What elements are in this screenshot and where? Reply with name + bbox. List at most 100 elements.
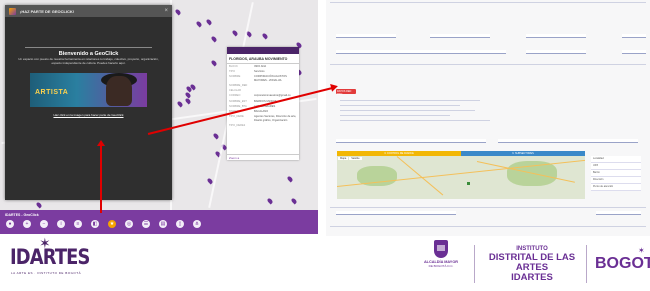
- form-field[interactable]: [336, 50, 506, 54]
- logo-separator: [586, 245, 587, 283]
- form-text-line: [340, 120, 490, 121]
- popup-row-value: Servicios: [254, 70, 265, 74]
- side-item[interactable]: Barrio: [591, 170, 641, 177]
- popup-row-value: CORPORACIÓN AGUSTOS MAYORES - ZONALIJA: [254, 75, 287, 82]
- idartes-wordmark: IDARTES: [10, 245, 90, 269]
- popup-row: TIPO_DERE2: [227, 123, 299, 128]
- form-field[interactable]: [622, 50, 646, 54]
- map-marker-icon[interactable]: [286, 175, 294, 183]
- share-icon[interactable]: ⋔: [193, 220, 201, 228]
- shield-icon: [434, 240, 448, 258]
- star-icon: ✶: [638, 246, 645, 255]
- form-field[interactable]: [596, 211, 641, 215]
- print-icon[interactable]: ▤: [159, 220, 167, 228]
- legend-icon[interactable]: ◧: [91, 220, 99, 228]
- map-tab-mapa[interactable]: Mapa: [338, 157, 349, 160]
- toolbar-label: IDARTES - GeoClick: [5, 213, 39, 217]
- logo-separator: [474, 245, 475, 283]
- list-icon[interactable]: ☰: [142, 220, 150, 228]
- location-pin-icon[interactable]: [467, 182, 470, 185]
- idartes-label: IDARTES: [511, 271, 553, 283]
- map-marker-icon[interactable]: [184, 97, 192, 105]
- geoclick-map-screenshot: ¡HAZ PARTE DE GEOCLICK! × Bienvenido a G…: [0, 0, 318, 234]
- popup-row-value: [254, 124, 297, 127]
- popup-row-value: Agentes Sectores, Dirección de arte, Dis…: [254, 115, 297, 122]
- bookmark-icon[interactable]: ▯: [176, 220, 184, 228]
- toolbar-icons: ● + − i ≡ ◧ ★ ◎ ☰ ▤ ▯ ⋔: [6, 220, 201, 228]
- form-text-line: [340, 100, 480, 101]
- banner-text: ARTISTA: [35, 89, 69, 97]
- form-field[interactable]: [498, 139, 638, 143]
- annotation-arrow-vertical: [100, 145, 102, 213]
- bogota-wordmark: BOGOTÁ: [595, 255, 650, 272]
- popup-row-key: CELULAR: [229, 89, 241, 93]
- form-field[interactable]: [430, 34, 490, 38]
- artista-banner-image[interactable]: ARTISTA: [30, 73, 147, 108]
- location-fields-list: Localidad UPZ Barrio Dirección Punto de …: [591, 156, 641, 199]
- map-marker-icon[interactable]: [261, 32, 269, 40]
- map-marker-icon[interactable]: [265, 197, 274, 205]
- form-text-line: [340, 110, 475, 111]
- map-marker-icon[interactable]: [174, 8, 182, 16]
- welcome-modal: ¡HAZ PARTE DE GEOCLICK! × Bienvenido a G…: [5, 5, 172, 200]
- map-marker-icon[interactable]: [210, 35, 218, 43]
- popup-row: TIPO_DERE Agentes Sectores, Dirección de …: [227, 114, 299, 122]
- popup-rows: BLOCK INFO ANA TIPO Servicios NOMBRE CORPORAC…: [227, 64, 299, 128]
- map-marker-icon[interactable]: [195, 20, 203, 28]
- form-field[interactable]: [336, 139, 486, 143]
- geoclick-icon[interactable]: ★: [108, 220, 116, 228]
- idartes-logo: ✶ IDARTES LA ARTE ES · INSTITUTO DE BOGO…: [10, 235, 110, 291]
- side-item[interactable]: UPZ: [591, 163, 641, 170]
- modal-divider: [25, 47, 152, 48]
- popup-header-bar: [227, 47, 299, 54]
- side-item[interactable]: Dirección: [591, 177, 641, 184]
- layers-icon[interactable]: ≡: [74, 220, 82, 228]
- map-tab-satelite[interactable]: Satélite: [349, 157, 362, 160]
- popup-zoom-link[interactable]: Zoom a: [227, 154, 299, 160]
- map-marker-icon[interactable]: [212, 132, 220, 140]
- distrital-label: DISTRITAL DE LAS ARTES: [488, 252, 576, 273]
- form-field[interactable]: [336, 34, 396, 38]
- zoom-in-icon[interactable]: +: [23, 220, 31, 228]
- map-toolbar: IDARTES - GeoClick ● + − i ≡ ◧ ★ ◎ ☰ ▤ ▯…: [0, 210, 318, 234]
- popup-row-key: NOMBRE: [229, 75, 241, 79]
- geoclick-logo-icon: [9, 7, 16, 15]
- popup-title: FLORIDOS, ARAUBA MOVIMIENTO: [227, 54, 299, 64]
- side-item[interactable]: Localidad: [591, 156, 641, 163]
- map-marker-icon[interactable]: [210, 59, 218, 67]
- popup-row-key: TIPO_DERE2: [229, 123, 246, 127]
- alcaldia-logo: ALCALDÍA MAYOR DE BOGOTÁ D.C.: [414, 230, 468, 290]
- popup-row-key: TIPO: [229, 70, 236, 74]
- map-marker-icon[interactable]: [176, 100, 184, 108]
- popup-row-key: CORREO: [229, 94, 241, 98]
- map-marker-icon[interactable]: [231, 29, 239, 37]
- map-marker-icon[interactable]: [290, 197, 298, 205]
- popup-row-key: NOMBRE_RED: [229, 83, 248, 87]
- form-field[interactable]: [526, 34, 586, 38]
- popup-row-value: [254, 89, 297, 92]
- join-geoclick-link[interactable]: Haz click en la imagen para hacer parte …: [5, 113, 172, 117]
- map-marker-icon[interactable]: [35, 201, 43, 209]
- form-field[interactable]: [336, 211, 456, 215]
- home-icon[interactable]: ●: [6, 220, 14, 228]
- form-section-divider: [330, 64, 646, 65]
- close-icon[interactable]: ×: [164, 8, 168, 14]
- modal-title: ¡HAZ PARTE DE GEOCLICK!: [20, 8, 75, 14]
- zoom-out-icon[interactable]: −: [40, 220, 48, 228]
- info-icon[interactable]: i: [57, 220, 65, 228]
- form-field[interactable]: [526, 50, 586, 54]
- side-item[interactable]: Punto de atención: [591, 184, 641, 191]
- popup-row: NOMBRE CORPORACIÓN AGUSTOS MAYORES - ZONA…: [227, 74, 299, 82]
- popup-row-value: [254, 84, 297, 87]
- popup-row-value: BACALANO: [254, 110, 269, 114]
- form-top-border: [330, 2, 646, 3]
- location-map[interactable]: Mapa Satélite: [337, 156, 585, 199]
- map-marker-icon[interactable]: [205, 18, 213, 26]
- banner-face: [106, 76, 132, 107]
- registration-form-screenshot: DATOS RED RED 3. CONTROL DE AVANCE 3. SU…: [326, 0, 650, 236]
- globe-icon[interactable]: ◎: [125, 220, 133, 228]
- form-field[interactable]: [622, 34, 646, 38]
- slide-canvas: ¡HAZ PARTE DE GEOCLICK! × Bienvenido a G…: [0, 0, 650, 291]
- form-text-line: [340, 105, 460, 106]
- form-text-line: [340, 115, 450, 116]
